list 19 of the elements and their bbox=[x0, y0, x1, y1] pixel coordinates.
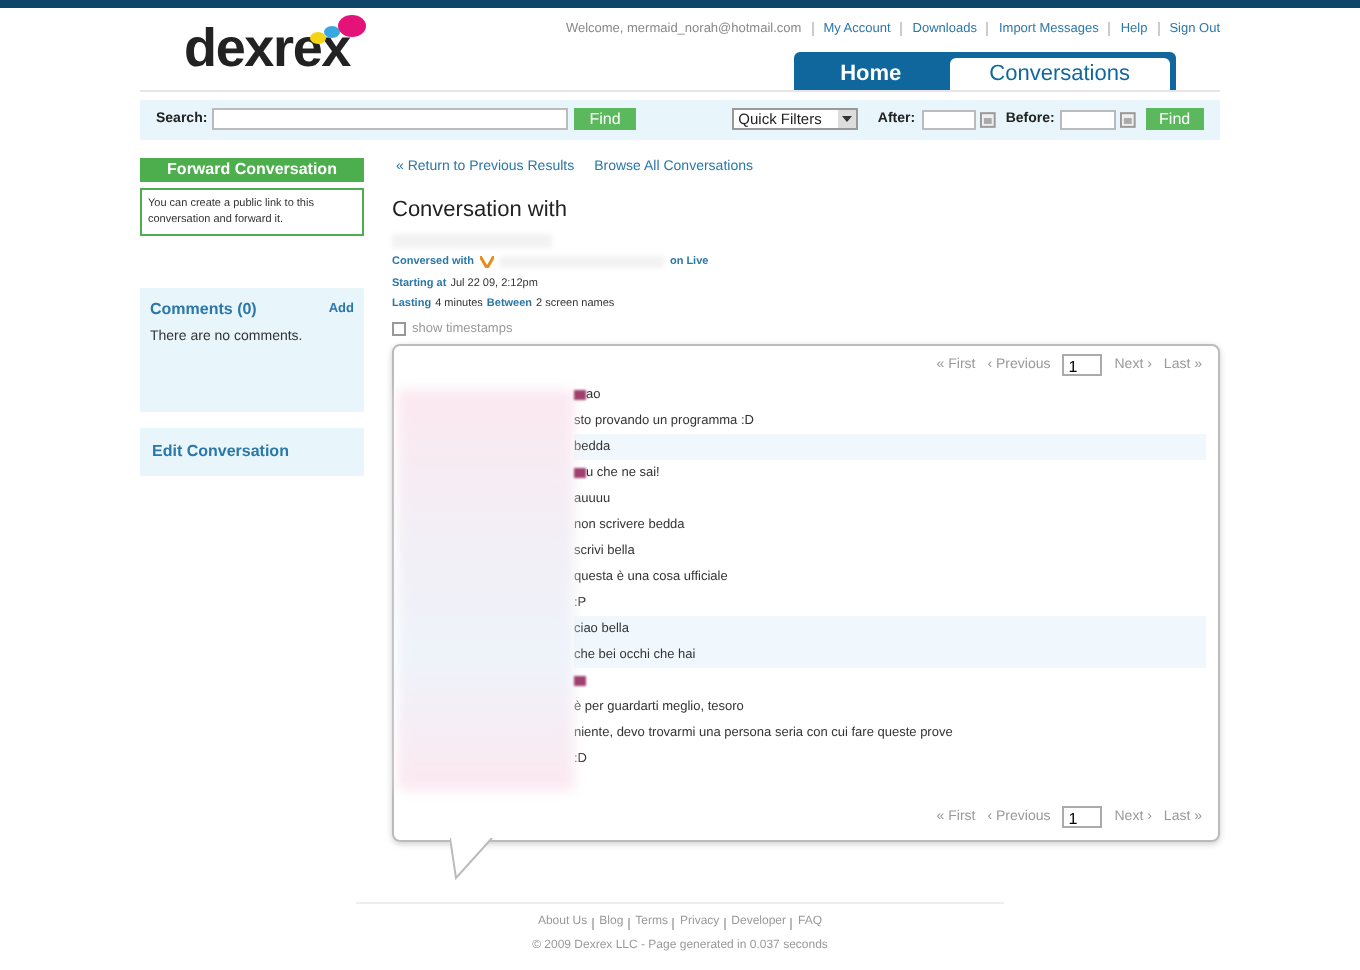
page-field[interactable]: 1 bbox=[1062, 806, 1103, 829]
before-field[interactable] bbox=[1060, 109, 1116, 130]
dropdown-arrow-icon bbox=[837, 110, 856, 129]
find-button[interactable]: Find bbox=[573, 108, 637, 131]
calendar-icon[interactable] bbox=[980, 111, 996, 128]
timestamps-checkbox[interactable] bbox=[392, 321, 406, 336]
conversation-title: Conversation with bbox=[392, 196, 569, 227]
comments-title: Comments (0) bbox=[150, 297, 257, 322]
nav-tab[interactable]: Home bbox=[800, 57, 942, 90]
after-field[interactable] bbox=[921, 109, 977, 130]
forward-conversation-button[interactable]: Forward Conversation bbox=[140, 157, 364, 182]
page-field[interactable]: 1 bbox=[1062, 354, 1103, 377]
search-field[interactable] bbox=[211, 108, 568, 131]
find-button[interactable]: Find bbox=[1145, 108, 1204, 131]
nav-tab[interactable]: Conversations bbox=[949, 57, 1170, 90]
calendar-icon[interactable] bbox=[1119, 111, 1136, 128]
edit-conversation-link[interactable]: Edit Conversation bbox=[140, 427, 364, 476]
service-icon bbox=[479, 255, 494, 268]
logo[interactable]: dexrex bbox=[184, 17, 351, 78]
